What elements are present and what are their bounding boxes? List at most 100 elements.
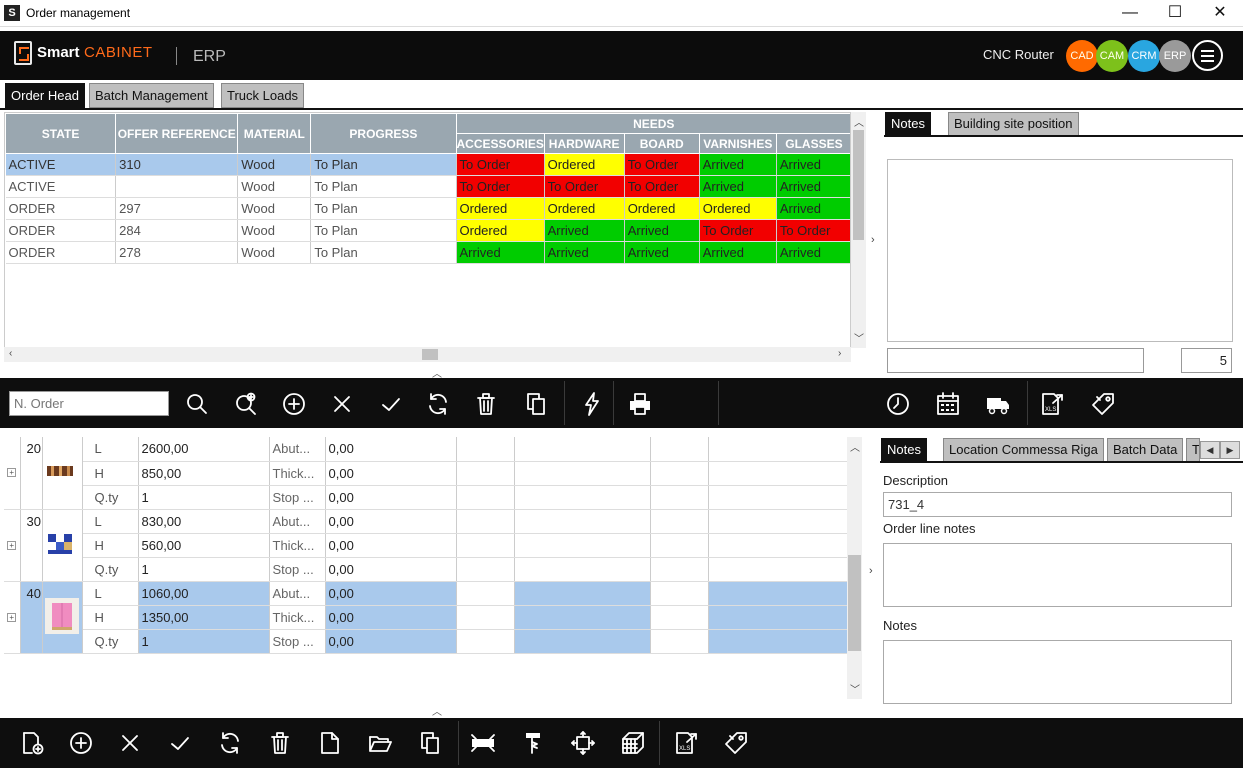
- scroll-right-icon[interactable]: ›: [838, 348, 841, 359]
- confirm-line-icon[interactable]: [162, 725, 198, 761]
- empty-cell[interactable]: [650, 509, 709, 534]
- line-number[interactable]: 40: [20, 581, 43, 654]
- line-number[interactable]: 30: [20, 509, 43, 582]
- tab-scroll-left-icon[interactable]: ◀: [1200, 441, 1220, 459]
- scroll-left-icon[interactable]: ‹: [9, 348, 12, 359]
- scroll-thumb[interactable]: [848, 555, 861, 651]
- order-state-cell[interactable]: ACTIVE: [5, 175, 117, 198]
- hscroll-thumb[interactable]: [422, 349, 438, 360]
- parameter-value[interactable]: 0,00: [325, 557, 457, 582]
- machining-center-icon[interactable]: [565, 725, 601, 761]
- scroll-up-icon[interactable]: ︿: [854, 114, 864, 129]
- empty-cell[interactable]: [708, 629, 847, 654]
- empty-cell[interactable]: [456, 605, 515, 630]
- print-icon[interactable]: [622, 386, 658, 422]
- notes-input[interactable]: [887, 348, 1144, 373]
- parameter-value[interactable]: 0,00: [325, 437, 457, 462]
- col-state[interactable]: STATE: [5, 113, 117, 154]
- order-row[interactable]: ORDER 297 Wood To Plan Ordered Ordered Ordered…: [5, 197, 850, 220]
- tab-location-commessa-riga[interactable]: Location Commessa Riga: [943, 438, 1104, 462]
- dimension-value[interactable]: 830,00: [138, 509, 270, 534]
- col-accessories[interactable]: ACCESSORIES: [455, 133, 545, 154]
- col-board[interactable]: BOARD: [623, 133, 700, 154]
- need-board-status[interactable]: To Order: [624, 175, 700, 198]
- empty-cell[interactable]: [514, 629, 651, 654]
- refresh-lines-icon[interactable]: [212, 725, 248, 761]
- order-material-cell[interactable]: Wood: [237, 219, 312, 242]
- copy-line-icon[interactable]: [412, 725, 448, 761]
- need-hardware-status[interactable]: Ordered: [544, 197, 625, 220]
- need-glasses-status[interactable]: Arrived: [776, 241, 850, 264]
- need-board-status[interactable]: To Order: [624, 153, 700, 176]
- order-row[interactable]: ORDER 278 Wood To Plan Arrived Arrived Arrived…: [5, 241, 850, 264]
- module-erp-button[interactable]: ERP: [1159, 40, 1191, 72]
- description-field[interactable]: 731_4: [883, 492, 1232, 517]
- need-accessories-status[interactable]: Ordered: [456, 219, 545, 242]
- need-hardware-status[interactable]: Arrived: [544, 241, 625, 264]
- order-grid-hscrollbar[interactable]: ‹ ›: [4, 347, 851, 362]
- panel-expand-icon[interactable]: ›: [871, 234, 875, 246]
- line-number[interactable]: 20: [20, 437, 43, 510]
- module-crm-button[interactable]: CRM: [1128, 40, 1160, 72]
- need-hardware-status[interactable]: Ordered: [544, 153, 625, 176]
- tab-notes[interactable]: Notes: [885, 112, 931, 136]
- empty-cell[interactable]: [708, 557, 847, 582]
- need-accessories-status[interactable]: Ordered: [456, 197, 545, 220]
- panel-dimension-icon[interactable]: [465, 725, 501, 761]
- empty-cell[interactable]: [708, 437, 847, 462]
- empty-cell[interactable]: [650, 629, 709, 654]
- advanced-search-icon[interactable]: [228, 386, 264, 422]
- need-varnishes-status[interactable]: Arrived: [699, 175, 777, 198]
- order-state-cell[interactable]: ORDER: [5, 197, 117, 220]
- order-line-row[interactable]: H 560,00 Thick... 0,00: [4, 533, 847, 558]
- truck-icon[interactable]: [980, 386, 1016, 422]
- empty-cell[interactable]: [708, 461, 847, 486]
- empty-cell[interactable]: [456, 485, 515, 510]
- need-hardware-status[interactable]: Arrived: [544, 219, 625, 242]
- need-board-status[interactable]: Ordered: [624, 197, 700, 220]
- maximize-button[interactable]: ☐: [1152, 0, 1198, 27]
- col-offer-reference[interactable]: OFFER REFERENCE: [115, 113, 239, 154]
- empty-cell[interactable]: [708, 605, 847, 630]
- empty-cell[interactable]: [514, 581, 651, 606]
- empty-cell[interactable]: [650, 533, 709, 558]
- need-glasses-status[interactable]: Arrived: [776, 153, 850, 176]
- parameter-value[interactable]: 0,00: [325, 461, 457, 486]
- empty-cell[interactable]: [514, 605, 651, 630]
- order-state-cell[interactable]: ACTIVE: [5, 153, 117, 176]
- empty-cell[interactable]: [708, 509, 847, 534]
- dimension-value[interactable]: 560,00: [138, 533, 270, 558]
- module-cad-button[interactable]: CAD: [1066, 40, 1098, 72]
- scroll-up-icon[interactable]: ︿: [850, 439, 860, 454]
- blank-document-icon[interactable]: [312, 725, 348, 761]
- expand-row-icon[interactable]: +: [4, 581, 21, 654]
- need-accessories-status[interactable]: Arrived: [456, 241, 545, 264]
- empty-cell[interactable]: [456, 509, 515, 534]
- order-row[interactable]: ORDER 284 Wood To Plan Ordered Arrived Arrived…: [5, 219, 850, 242]
- empty-cell[interactable]: [650, 605, 709, 630]
- empty-cell[interactable]: [650, 581, 709, 606]
- new-document-icon[interactable]: [14, 725, 50, 761]
- splitter-collapse-icon[interactable]: ︿: [432, 703, 442, 718]
- need-glasses-status[interactable]: Arrived: [776, 197, 850, 220]
- dimension-value[interactable]: 1: [138, 557, 270, 582]
- open-folder-icon[interactable]: [362, 725, 398, 761]
- panel-expand-icon[interactable]: ›: [869, 565, 873, 577]
- empty-cell[interactable]: [708, 581, 847, 606]
- module-cam-button[interactable]: CAM: [1096, 40, 1128, 72]
- scroll-down-icon[interactable]: ﹀: [850, 681, 860, 696]
- refresh-icon[interactable]: [420, 386, 456, 422]
- order-line-row[interactable]: Q.ty 1 Stop ... 0,00: [4, 557, 847, 582]
- order-progress-cell[interactable]: To Plan: [310, 241, 457, 264]
- order-grid-vscrollbar[interactable]: ︿ ﹀: [851, 112, 866, 348]
- order-progress-cell[interactable]: To Plan: [310, 219, 457, 242]
- col-varnishes[interactable]: VARNISHES: [698, 133, 777, 154]
- copy-icon[interactable]: [518, 386, 554, 422]
- dimension-value[interactable]: 1: [138, 629, 270, 654]
- order-progress-cell[interactable]: To Plan: [310, 197, 457, 220]
- empty-cell[interactable]: [514, 509, 651, 534]
- need-varnishes-status[interactable]: Arrived: [699, 241, 777, 264]
- search-icon[interactable]: [179, 386, 215, 422]
- scroll-thumb[interactable]: [853, 130, 864, 240]
- tab-scroll-right-icon[interactable]: ▶: [1220, 441, 1240, 459]
